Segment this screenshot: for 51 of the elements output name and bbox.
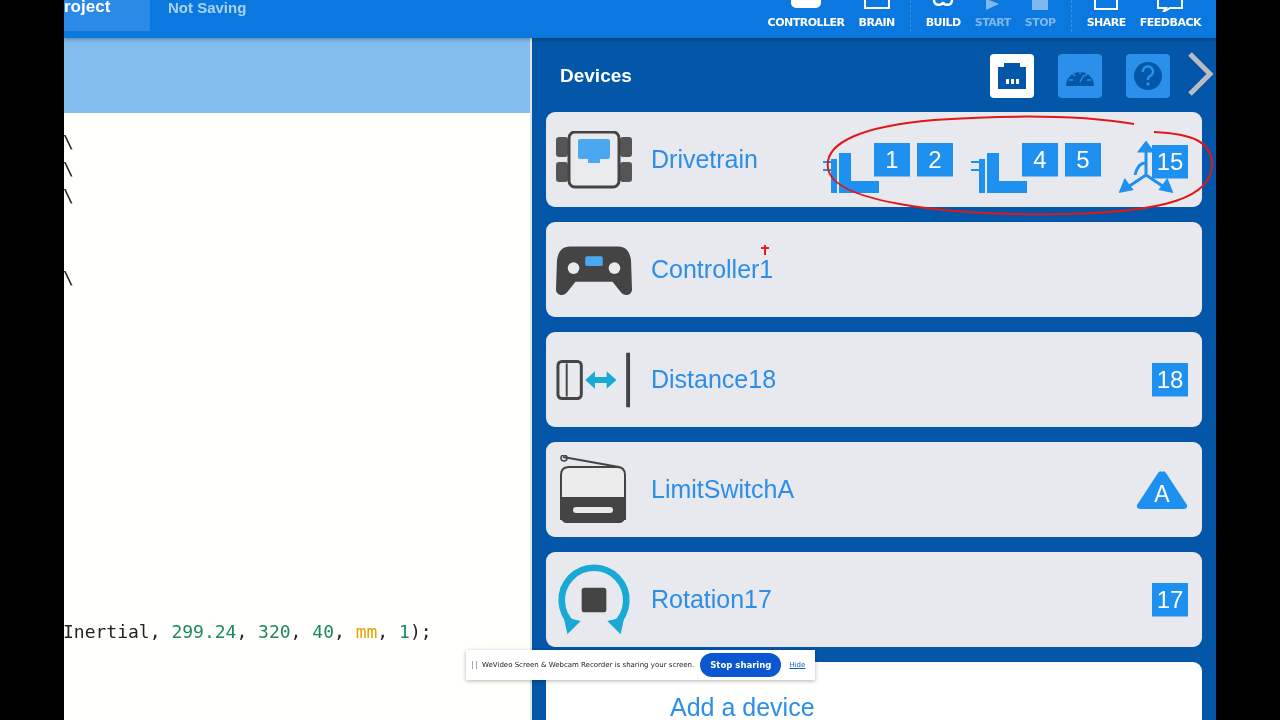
build-icon	[932, 0, 955, 8]
panel-title: Devices	[560, 64, 632, 87]
cursor-mark	[760, 244, 770, 256]
port-badge: 2	[917, 142, 953, 177]
device-name: Controller1	[651, 255, 774, 284]
device-card[interactable]: Distance18 18	[546, 332, 1202, 427]
controller-button[interactable]: CONTROLLER	[763, 0, 849, 29]
code-line: Inertial, 299.24, 320, 40, mm, 1);	[64, 620, 432, 644]
code-line: \	[64, 266, 74, 290]
code-line: \	[64, 130, 74, 154]
gamepad-icon	[789, 0, 824, 8]
help-button[interactable]	[1126, 53, 1170, 98]
play-icon	[985, 0, 1000, 10]
port-badge: 1	[874, 142, 910, 177]
port-badge: 5	[1065, 142, 1101, 177]
port-badge: A	[1136, 469, 1188, 510]
stop-icon	[1032, 0, 1049, 10]
port-badge: 18	[1152, 362, 1188, 397]
help-icon	[1133, 60, 1163, 91]
dashboard-button[interactable]	[1058, 53, 1102, 98]
code-line: \	[64, 184, 74, 208]
code-line: \	[64, 157, 74, 181]
drivetrain-icon	[556, 130, 632, 189]
feedback-button[interactable]: FEEDBACK	[1135, 0, 1205, 29]
device-card[interactable]: Drivetrain 1 2 4 5 15	[546, 112, 1202, 207]
port-badge: 4	[1022, 142, 1058, 177]
save-status: Not Saving	[168, 0, 247, 16]
chevron-right-icon[interactable]	[1186, 51, 1214, 96]
port-badge: 15	[1152, 144, 1188, 179]
brain-button[interactable]: BRAIN	[854, 0, 899, 29]
device-name: Distance18	[651, 365, 777, 394]
device-card[interactable]: Controller1	[546, 222, 1202, 317]
speech-bubble-icon	[1157, 0, 1184, 12]
add-device-link[interactable]: Add a device	[670, 693, 815, 720]
brain-icon	[863, 0, 890, 9]
device-name: LimitSwitchA	[651, 475, 795, 504]
port-icon	[998, 62, 1026, 89]
build-button[interactable]: BUILD	[921, 0, 965, 29]
port-badge: 17	[1152, 582, 1188, 617]
device-name: Drivetrain	[651, 145, 758, 174]
distance-sensor-icon	[556, 350, 632, 409]
ports-button[interactable]	[990, 53, 1034, 98]
share-icon	[1094, 0, 1119, 10]
device-card[interactable]: Rotation17 17	[546, 552, 1202, 647]
share-button[interactable]: SHARE	[1082, 0, 1130, 29]
drag-handle-icon[interactable]	[472, 661, 477, 669]
stop-sharing-button[interactable]: Stop sharing	[700, 653, 782, 677]
limit-switch-icon	[559, 454, 629, 525]
project-tab[interactable]: roject	[64, 0, 150, 31]
device-card[interactable]: LimitSwitchA A	[546, 442, 1202, 537]
device-name: Rotation17	[651, 585, 772, 614]
